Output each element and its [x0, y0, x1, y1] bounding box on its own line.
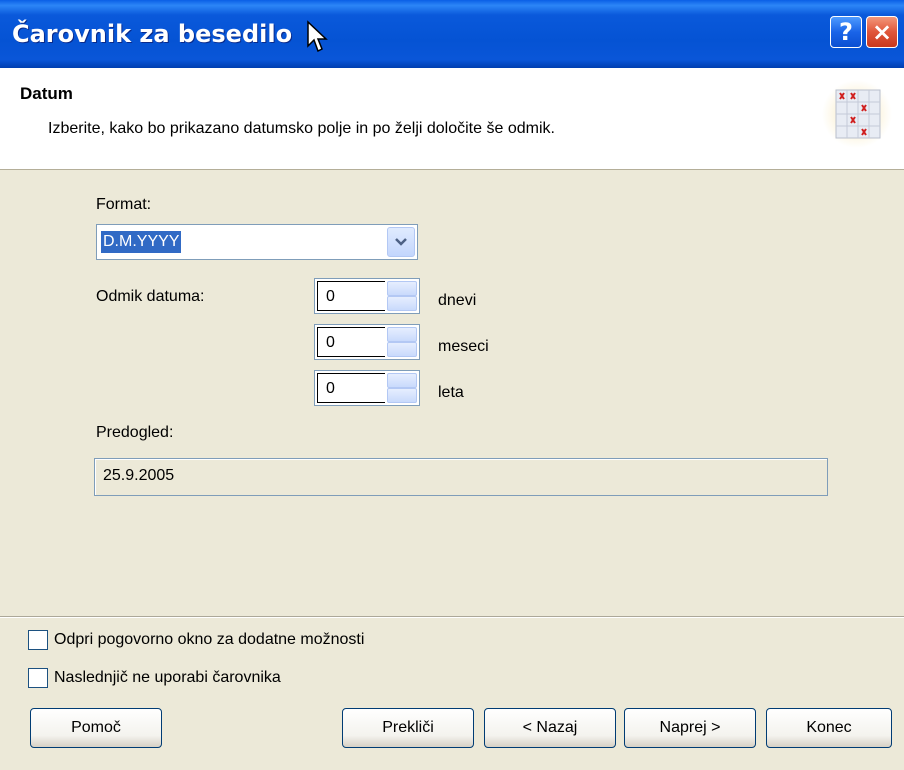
finish-button[interactable]: Konec — [766, 708, 892, 748]
preview-field: 25.9.2005 — [94, 458, 828, 496]
spin-up-icon[interactable] — [387, 281, 417, 296]
spin-up-icon[interactable] — [387, 327, 417, 342]
help-button[interactable]: ? — [830, 16, 862, 48]
spin-down-icon[interactable] — [387, 296, 417, 311]
format-label: Format: — [96, 196, 152, 213]
years-offset-value: 0 — [326, 380, 335, 397]
years-offset-spinner[interactable]: 0 — [314, 370, 420, 406]
mouse-pointer-icon — [307, 20, 328, 53]
years-unit-label: leta — [438, 384, 464, 401]
months-offset-spinner[interactable]: 0 — [314, 324, 420, 360]
format-value: D.M.YYYY — [101, 231, 182, 253]
months-unit-label: meseci — [438, 338, 489, 355]
no-wizard-checkbox-row[interactable]: Naslednjič ne uporabi čarovnika — [28, 668, 281, 688]
spin-up-icon[interactable] — [387, 373, 417, 388]
spin-down-icon[interactable] — [387, 388, 417, 403]
format-select[interactable]: D.M.YYYY — [96, 224, 418, 260]
date-offset-label: Odmik datuma: — [96, 288, 205, 305]
cancel-button[interactable]: Prekliči — [342, 708, 474, 748]
close-button[interactable]: × — [866, 16, 898, 48]
open-dialog-checkbox-row[interactable]: Odpri pogovorno okno za dodatne možnosti — [28, 630, 364, 650]
no-wizard-label: Naslednjič ne uporabi čarovnika — [54, 669, 281, 686]
page-title: Datum — [20, 84, 73, 103]
calendar-wizard-icon — [822, 80, 892, 148]
back-button[interactable]: < Nazaj — [484, 708, 616, 748]
preview-value: 25.9.2005 — [103, 467, 175, 484]
months-offset-value: 0 — [326, 334, 335, 351]
window-title: Čarovnik za besedilo — [12, 20, 293, 48]
days-offset-spinner[interactable]: 0 — [314, 278, 420, 314]
divider — [0, 616, 904, 618]
page-description: Izberite, kako bo prikazano datumsko pol… — [48, 120, 555, 137]
spin-down-icon[interactable] — [387, 342, 417, 357]
next-button[interactable]: Naprej > — [624, 708, 756, 748]
no-wizard-checkbox[interactable] — [28, 668, 48, 688]
open-dialog-checkbox[interactable] — [28, 630, 48, 650]
days-unit-label: dnevi — [438, 292, 477, 309]
help-dialog-button[interactable]: Pomoč — [30, 708, 162, 748]
preview-label: Predogled: — [96, 424, 174, 441]
title-bar[interactable]: Čarovnik za besedilo ? × — [0, 0, 904, 68]
open-dialog-label: Odpri pogovorno okno za dodatne možnosti — [54, 631, 365, 648]
chevron-down-icon[interactable] — [387, 227, 415, 257]
days-offset-value: 0 — [326, 288, 335, 305]
wizard-header: Datum Izberite, kako bo prikazano datums… — [0, 68, 904, 170]
